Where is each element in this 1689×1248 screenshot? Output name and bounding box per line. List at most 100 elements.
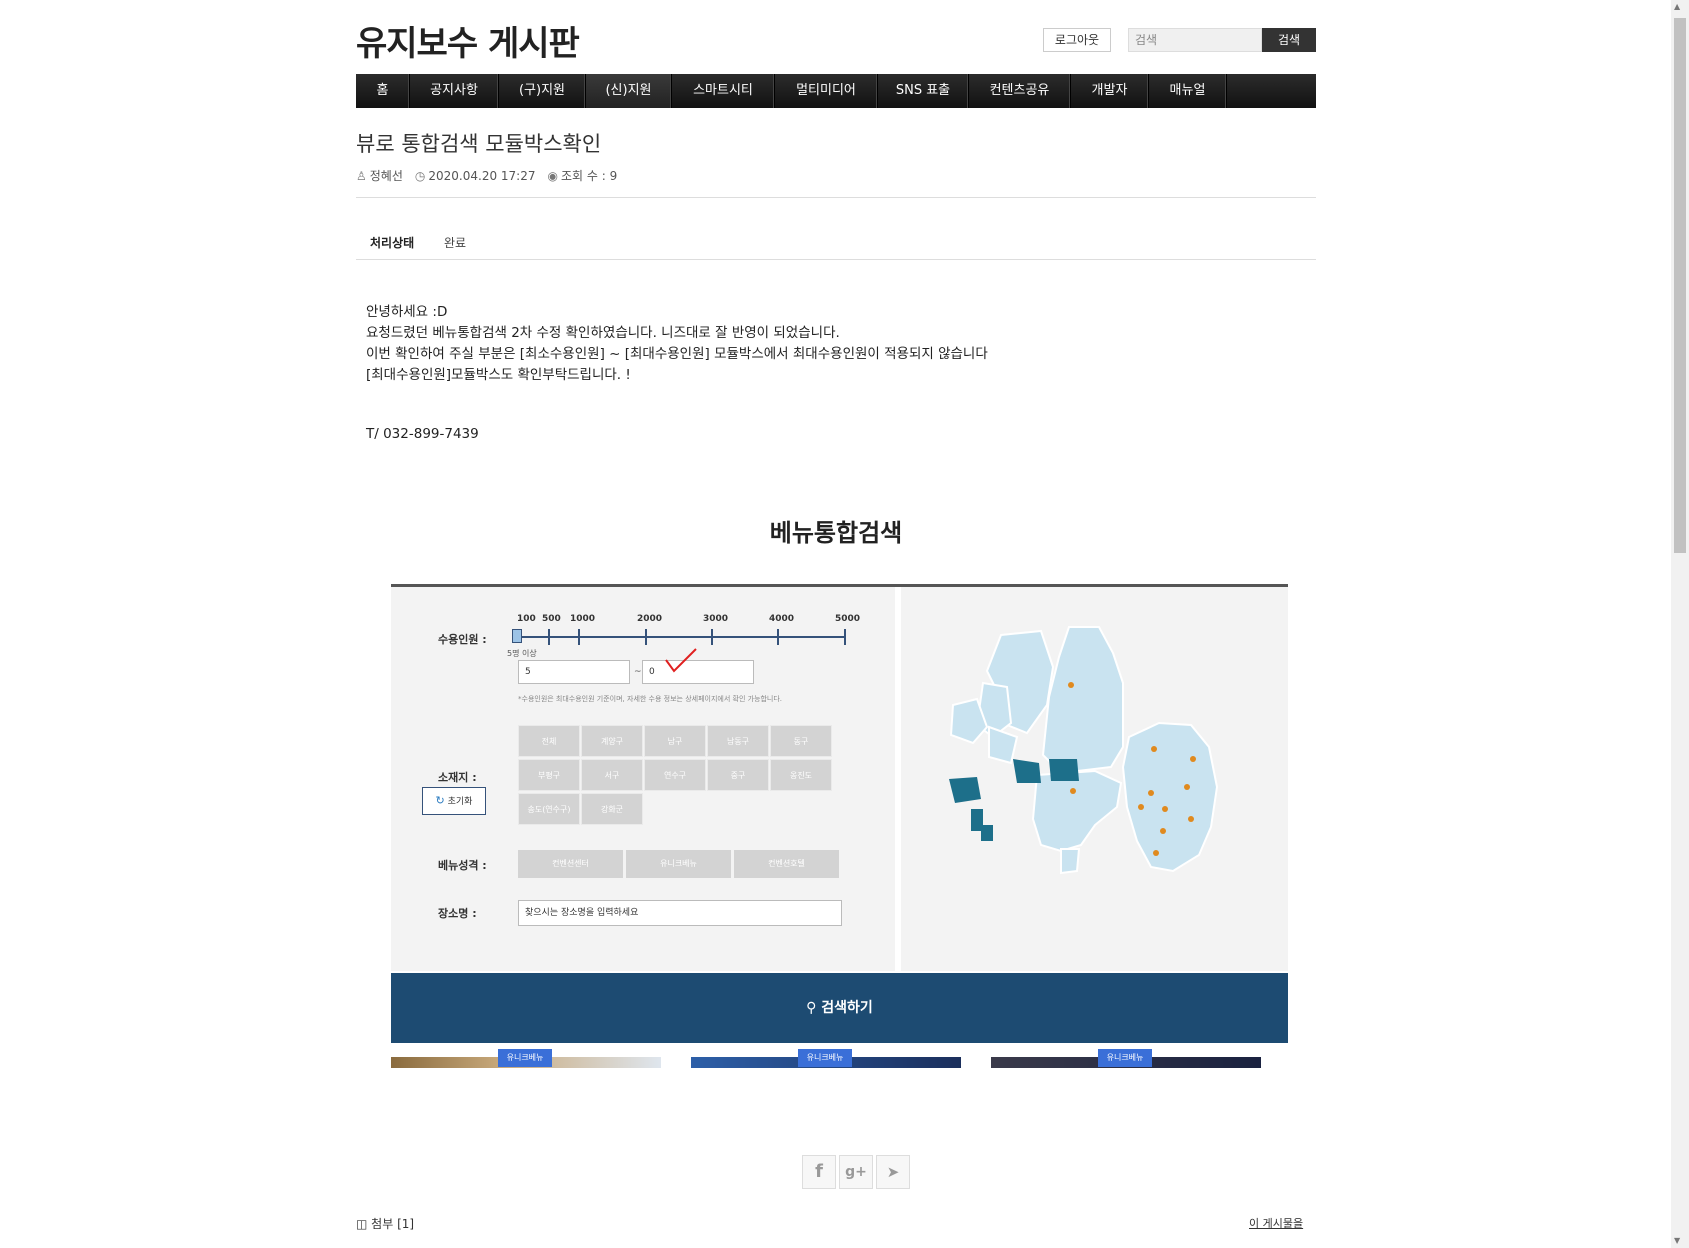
logout-button[interactable]: 로그아웃 [1043, 28, 1111, 52]
scale-number: 5000 [835, 614, 861, 624]
search-button[interactable]: 검색 [1262, 28, 1316, 52]
file-icon: ◫ [356, 1217, 368, 1231]
region-cell[interactable]: 강화군 [581, 793, 643, 825]
scale-tick [645, 629, 647, 645]
nav-item-new-support[interactable]: (신)지원 [586, 74, 672, 108]
attachment-link[interactable]: ◫ 첨부 [1] [356, 1215, 414, 1232]
region-cell[interactable]: 중구 [707, 759, 769, 791]
nav-item-smartcity[interactable]: 스마트시티 [672, 74, 775, 108]
scale-tick [578, 629, 580, 645]
user-icon: ♙ [356, 169, 367, 183]
search-panel: 수용인원 : 100 500 1000 2000 3000 4000 5000 … [391, 587, 895, 971]
red-checkmark-icon [665, 648, 697, 673]
facebook-icon[interactable]: f [802, 1155, 836, 1189]
scale-number: 500 [542, 614, 561, 624]
status-value: 완료 [444, 236, 467, 250]
nav-item-sns[interactable]: SNS 표출 [878, 74, 969, 108]
region-cell[interactable]: 계양구 [581, 725, 643, 757]
region-cell[interactable]: 전체 [518, 725, 580, 757]
capacity-slider-handle[interactable] [512, 629, 522, 643]
refresh-icon: ↻ [435, 794, 445, 807]
region-cell[interactable]: 남구 [644, 725, 706, 757]
view-count-text: 조회 수 : 9 [560, 169, 618, 183]
status-row: 처리상태 완료 [356, 232, 1316, 260]
site-title[interactable]: 유지보수 게시판 [356, 16, 580, 65]
scale-tick [548, 629, 550, 645]
region-cell[interactable]: 연수구 [644, 759, 706, 791]
venue-type-button[interactable]: 유니크베뉴 [626, 850, 731, 878]
place-name-input[interactable]: 찾으시는 장소명을 입력하세요 [518, 900, 842, 926]
scale-number: 3000 [703, 614, 729, 624]
share-buttons: f g+ ➤ [802, 1155, 910, 1189]
body-line: 요청드렸던 베뉴통합검색 2차 수정 확인하였습니다. 니즈대로 잘 반영이 되… [366, 325, 840, 341]
twitter-icon[interactable]: ➤ [876, 1155, 910, 1189]
nav-item-manual[interactable]: 매뉴얼 [1149, 74, 1227, 108]
permalink-link[interactable]: 이 게시물을 [1249, 1215, 1303, 1231]
nav-item-content-share[interactable]: 컨텐츠공유 [969, 74, 1071, 108]
view-count: ◉ 조회 수 : 9 [547, 167, 617, 184]
body-line: 안녕하세요 :D [366, 304, 448, 320]
scale-number: 4000 [769, 614, 795, 624]
nav-item-home[interactable]: 홈 [356, 74, 410, 108]
main-nav: 홈 공지사항 (구)지원 (신)지원 스마트시티 멀티미디어 SNS 표출 컨텐… [356, 74, 1316, 108]
eye-icon: ◉ [547, 169, 558, 183]
region-cell[interactable]: 남동구 [707, 725, 769, 757]
embedded-title: 베뉴통합검색 [769, 519, 903, 547]
capacity-slider-track[interactable] [515, 636, 845, 638]
nav-item-multimedia[interactable]: 멀티미디어 [775, 74, 878, 108]
post-date: ◷ 2020.04.20 17:27 [415, 169, 536, 183]
thumb-tag: 유니크베뉴 [498, 1049, 552, 1067]
thumb-tag: 유니크베뉴 [798, 1049, 852, 1067]
incheon-map[interactable] [901, 587, 1288, 971]
status-label: 처리상태 [370, 236, 415, 250]
region-cell[interactable]: 송도(연수구) [518, 793, 580, 825]
venue-type-button[interactable]: 컨벤션호텔 [734, 850, 839, 878]
region-cell[interactable]: 동구 [770, 725, 832, 757]
embedded-screenshot: 수용인원 : 100 500 1000 2000 3000 4000 5000 … [391, 584, 1288, 1068]
search-input[interactable]: 검색 [1128, 28, 1262, 52]
nav-item-developer[interactable]: 개발자 [1071, 74, 1149, 108]
nav-item-notice[interactable]: 공지사항 [410, 74, 499, 108]
attachment-label: 첨부 [1] [371, 1217, 415, 1231]
min-caption: 5명 이상 [507, 649, 537, 658]
region-cell[interactable]: 서구 [581, 759, 643, 791]
thumb-tag: 유니크베뉴 [1098, 1049, 1152, 1067]
capacity-label: 수용인원 : [438, 633, 487, 646]
nav-item-old-support[interactable]: (구)지원 [499, 74, 586, 108]
post-body: 안녕하세요 :D 요청드렸던 베뉴통합검색 2차 수정 확인하였습니다. 니즈대… [366, 302, 988, 386]
divider [356, 197, 1316, 198]
page: 유지보수 게시판 로그아웃 검색 검색 홈 공지사항 (구)지원 (신)지원 스… [0, 0, 1689, 1248]
search-submit-label: 검색하기 [821, 1000, 873, 1016]
region-cell[interactable]: 옹진도 [770, 759, 832, 791]
scale-number: 100 [517, 614, 536, 624]
scroll-down-arrow-icon[interactable]: ▼ [1674, 1236, 1680, 1245]
search-icon: ⚲ [806, 1000, 817, 1016]
post-meta: ♙ 정혜선 ◷ 2020.04.20 17:27 ◉ 조회 수 : 9 [356, 167, 617, 184]
author: ♙ 정혜선 [356, 167, 403, 184]
search-submit-button[interactable]: ⚲ 검색하기 [391, 973, 1288, 1043]
region-cell[interactable]: 부평구 [518, 759, 580, 791]
location-label: 소재지 : [438, 771, 477, 784]
capacity-note: *수용인원은 최대수용인원 기준이며, 자세한 수용 정보는 상세페이지에서 확… [518, 695, 783, 703]
venue-type-label: 베뉴성격 : [438, 859, 487, 872]
google-plus-icon[interactable]: g+ [839, 1155, 873, 1189]
place-label: 장소명 : [438, 907, 477, 920]
body-line: 이번 확인하여 주실 부분은 [최소수용인원] ~ [최대수용인원] 모듈박스에… [366, 346, 988, 362]
scroll-up-arrow-icon[interactable]: ▲ [1674, 2, 1680, 11]
scale-tick [844, 629, 846, 645]
range-tilde: ~ [634, 667, 642, 677]
venue-type-button[interactable]: 컨벤션센터 [518, 850, 623, 878]
author-name: 정혜선 [369, 169, 403, 183]
reset-button[interactable]: ↻ 초기화 [422, 787, 486, 815]
min-capacity-input[interactable]: 5 [518, 660, 630, 684]
clock-icon: ◷ [414, 168, 426, 183]
map-panel [901, 587, 1288, 971]
scale-number: 1000 [570, 614, 596, 624]
body-line: [최대수용인원]모듈박스도 확인부탁드립니다. ! [366, 367, 631, 383]
reset-label: 초기화 [447, 797, 473, 807]
scale-number: 2000 [637, 614, 663, 624]
scale-tick [777, 629, 779, 645]
post-datetime: 2020.04.20 17:27 [428, 168, 536, 183]
scrollbar-thumb[interactable] [1674, 18, 1686, 553]
scale-tick [711, 629, 713, 645]
